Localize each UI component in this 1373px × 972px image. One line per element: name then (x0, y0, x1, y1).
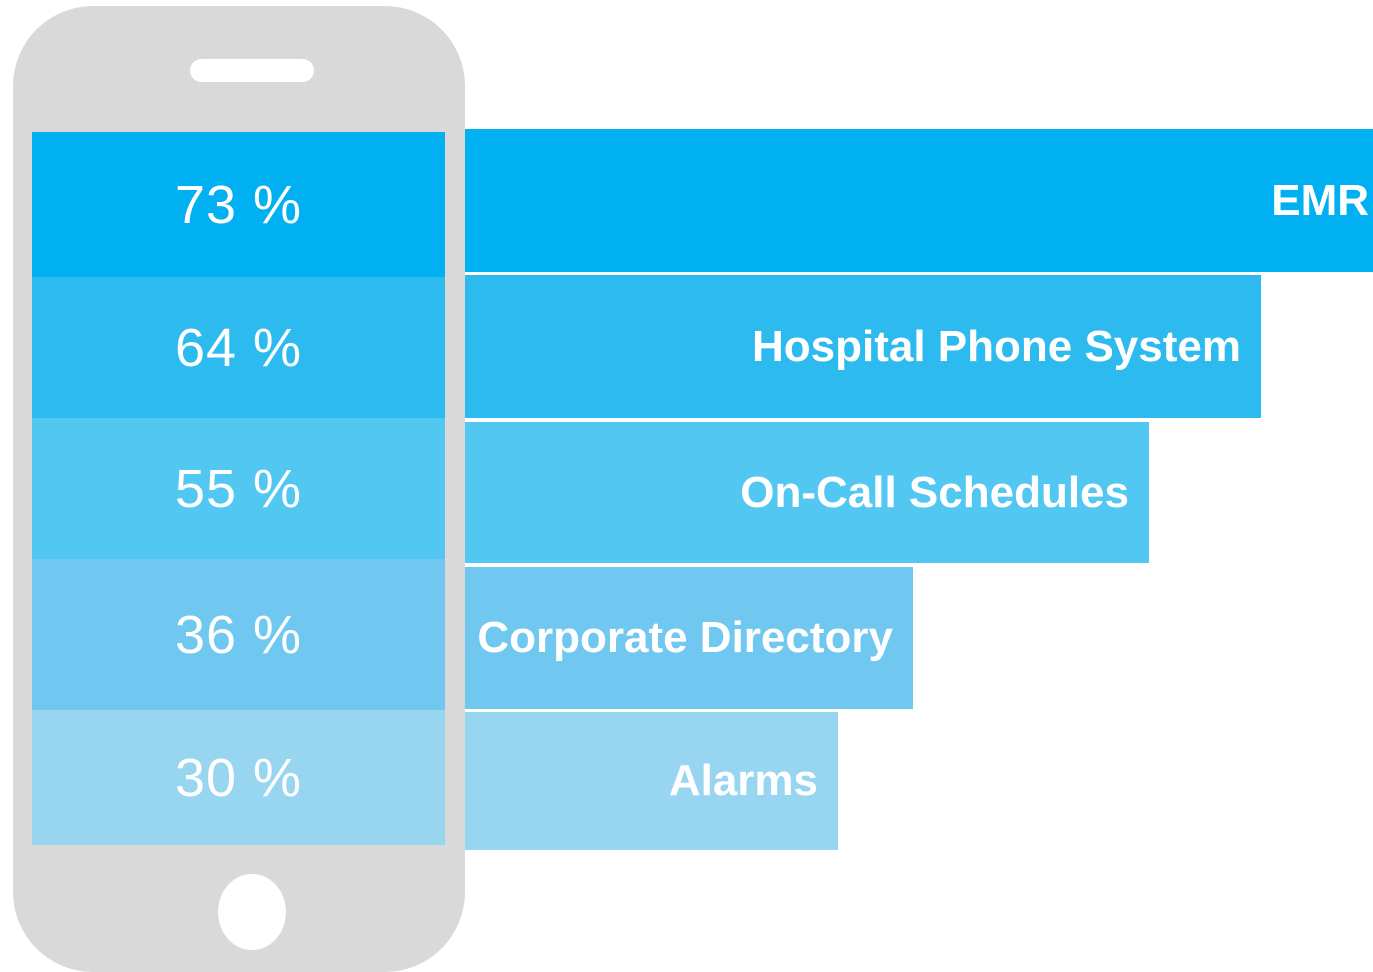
percent-label: 64 % (174, 317, 303, 378)
phone-speaker (190, 59, 314, 82)
bar: EMR (465, 129, 1373, 272)
percent-cell: 73 % (32, 132, 445, 277)
percent-label: 30 % (174, 747, 303, 808)
bar: Corporate Directory (465, 567, 913, 709)
bar: Hospital Phone System (465, 275, 1261, 418)
bar-label: Corporate Directory (477, 613, 893, 662)
bar-label: Hospital Phone System (751, 321, 1241, 371)
bar-label: EMR (1271, 175, 1369, 225)
bar-label: Alarms (668, 756, 818, 805)
percent-cell: 64 % (32, 277, 445, 418)
bar: On-Call Schedules (465, 422, 1149, 563)
bar: Alarms (465, 712, 838, 850)
percent-cell: 55 % (32, 418, 445, 559)
percent-label: 73 % (174, 174, 303, 235)
bar-label: On-Call Schedules (740, 467, 1129, 517)
percent-label: 55 % (174, 458, 303, 519)
percent-cell: 30 % (32, 710, 445, 845)
percent-label: 36 % (174, 604, 303, 665)
phone-home-button (218, 874, 286, 950)
percent-cell: 36 % (32, 559, 445, 710)
